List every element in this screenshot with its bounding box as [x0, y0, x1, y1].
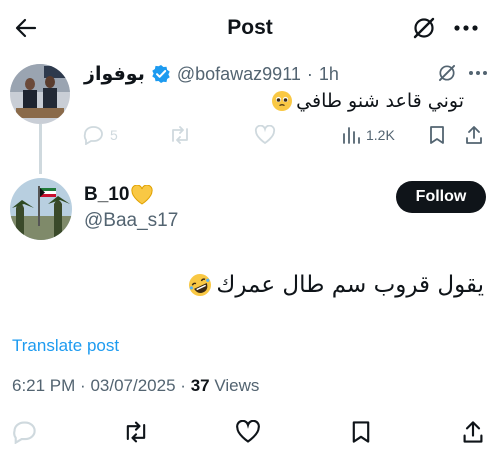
heart-icon: [236, 420, 260, 443]
parent-text-content: توني قاعد شنو طافي: [296, 90, 464, 112]
repost-button[interactable]: [122, 418, 150, 446]
post-metadata: 6:21 PM · 03/07/2025 · 37 Views: [12, 376, 259, 396]
parent-views-count: 1.2K: [366, 127, 395, 143]
bookmark-button[interactable]: [347, 418, 375, 446]
bookmark-icon: [430, 126, 444, 144]
follow-button[interactable]: Follow: [396, 181, 486, 213]
analytics-icon: [343, 127, 360, 144]
heart-icon: [254, 125, 276, 145]
thread-line: [39, 124, 42, 174]
pleading-face-emoji: [272, 91, 293, 111]
parent-display-name[interactable]: بوفواز: [84, 63, 145, 85]
views-count: 37: [190, 376, 210, 395]
reply-display-name-row[interactable]: B_10: [84, 184, 154, 206]
repost-icon: [126, 421, 146, 443]
views-label: Views: [214, 376, 260, 395]
yellow-heart-icon: [131, 185, 154, 205]
parent-tweet-text: توني قاعد شنو طافي: [272, 90, 464, 112]
translate-post-link[interactable]: Translate post: [12, 336, 119, 356]
parent-handle[interactable]: @bofawaz9911: [177, 64, 301, 85]
reply-avatar[interactable]: [10, 178, 72, 240]
parent-like-button[interactable]: [254, 125, 276, 145]
parent-grok-button[interactable]: [436, 62, 458, 84]
parent-reply-button[interactable]: 5: [82, 125, 118, 145]
meta-separator-1: ·: [80, 376, 86, 395]
reply-button[interactable]: [10, 418, 38, 446]
parent-reply-count: 5: [110, 127, 118, 143]
meta-separator-2: ·: [180, 376, 186, 395]
more-icon: [454, 25, 478, 31]
parent-views-button[interactable]: 1.2K: [340, 125, 395, 145]
more-options-button[interactable]: [450, 14, 482, 42]
parent-more-button[interactable]: [466, 62, 490, 84]
parent-time[interactable]: 1h: [319, 64, 339, 85]
grok-icon: [438, 64, 456, 82]
parent-share-button[interactable]: [464, 125, 484, 145]
grok-icon: [413, 17, 435, 39]
reply-display-name[interactable]: B_10: [84, 184, 129, 206]
post-time[interactable]: 6:21 PM: [12, 376, 75, 395]
share-icon: [463, 421, 483, 443]
top-bar: Post: [0, 0, 500, 56]
reply-tweet-text: يقول قروب سم طال عمرك: [188, 272, 484, 298]
reply-text-content: يقول قروب سم طال عمرك: [216, 272, 484, 298]
share-icon: [466, 126, 482, 144]
reply-icon: [83, 126, 103, 145]
parent-separator: ·: [306, 63, 313, 84]
reply-handle[interactable]: @Baa_s17: [84, 210, 178, 232]
parent-repost-button[interactable]: [168, 125, 192, 145]
more-icon: [469, 71, 487, 75]
parent-avatar[interactable]: [10, 64, 70, 124]
share-button[interactable]: [459, 418, 487, 446]
grok-button[interactable]: [410, 14, 438, 42]
parent-header: بوفواز @bofawaz9911 · 1h: [84, 62, 339, 86]
like-button[interactable]: [234, 418, 262, 446]
repost-icon: [172, 126, 188, 144]
post-date[interactable]: 03/07/2025: [90, 376, 175, 395]
rofl-emoji: [188, 273, 212, 297]
reply-icon: [13, 421, 36, 444]
verified-badge-icon: [152, 65, 170, 83]
bookmark-icon: [352, 421, 370, 443]
parent-bookmark-button[interactable]: [428, 125, 446, 145]
